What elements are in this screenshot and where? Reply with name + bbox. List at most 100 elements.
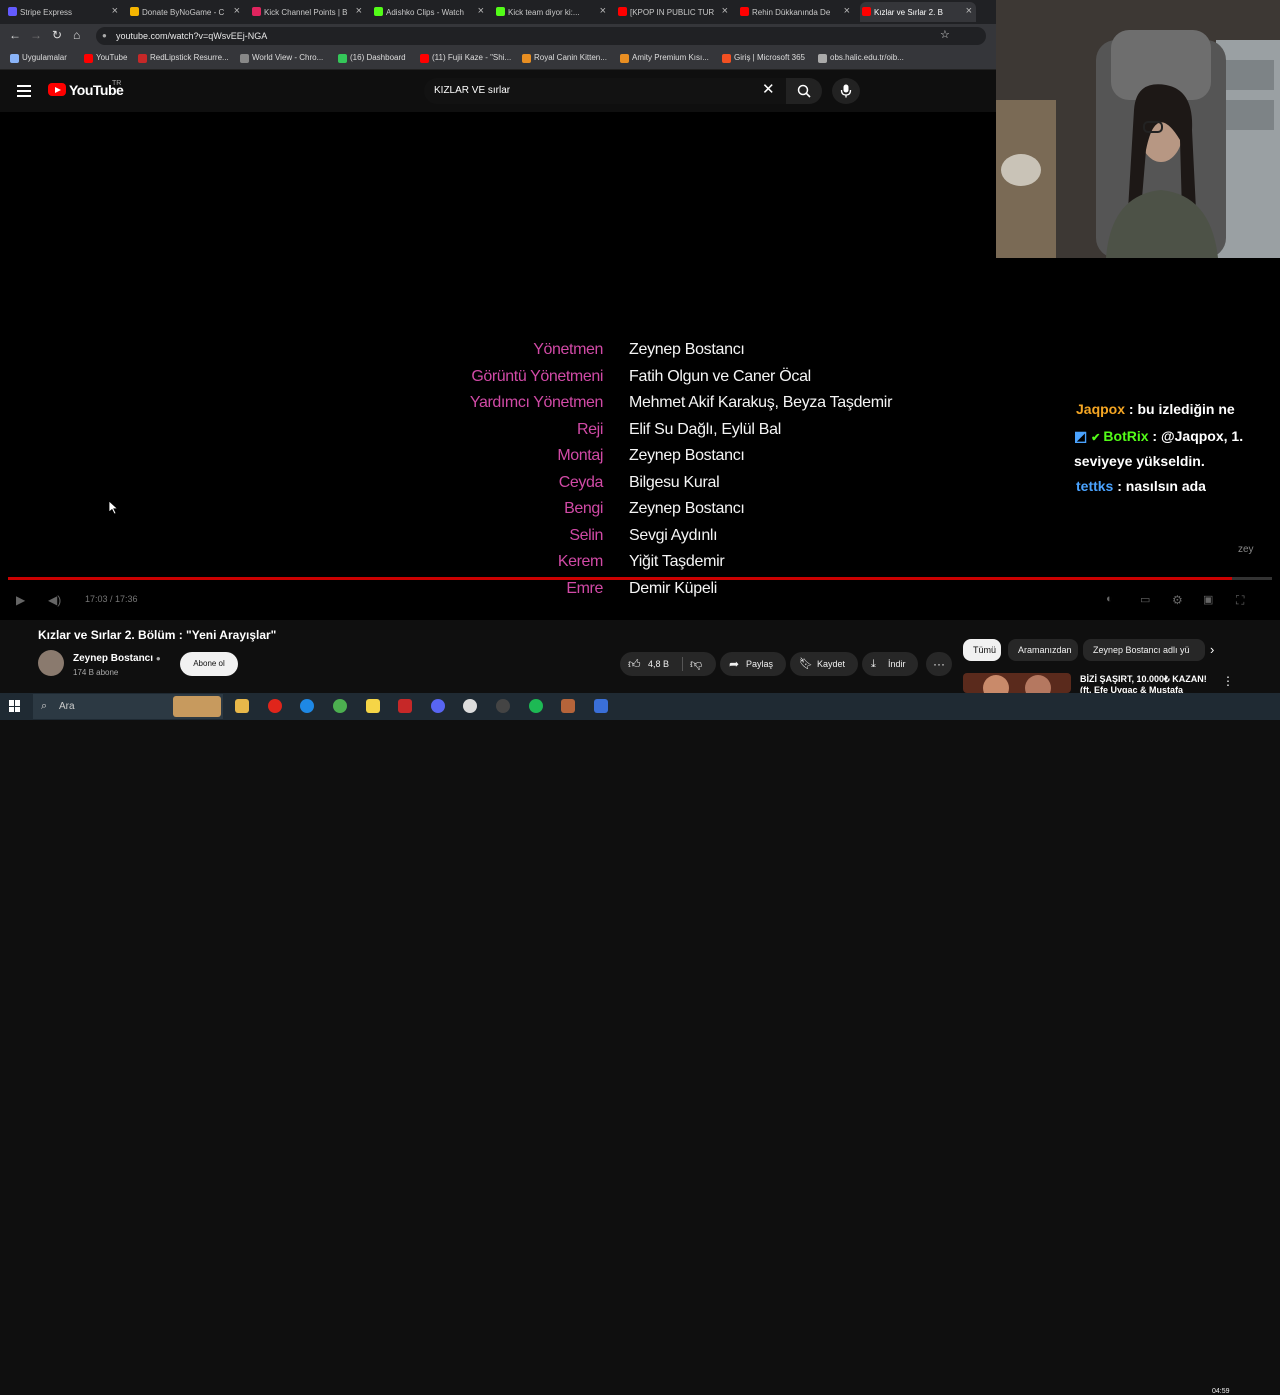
menu-icon[interactable] <box>17 85 31 97</box>
filter-chip[interactable]: Zeynep Bostancı adlı yü <box>1083 639 1205 661</box>
reload-icon[interactable]: ↻ <box>52 28 62 42</box>
search-input[interactable]: KIZLAR VE sırlar <box>424 78 786 104</box>
app-icon[interactable] <box>594 699 608 713</box>
browser-tab[interactable]: Rehin Dükkanında De × <box>738 2 854 22</box>
clock: 04:59 <box>1212 1388 1230 1395</box>
subscribe-button[interactable]: Abone ol <box>180 652 238 676</box>
forward-icon[interactable]: → <box>30 28 42 42</box>
browser-tab[interactable]: Kick Channel Points | B × <box>250 2 366 22</box>
close-tab-icon[interactable]: × <box>234 5 240 17</box>
filter-chip[interactable]: Tümü <box>963 639 1001 661</box>
spotify-icon[interactable] <box>529 699 543 713</box>
file-explorer-icon[interactable] <box>235 699 249 713</box>
edge-icon[interactable] <box>300 699 314 713</box>
like-dislike-group: 👍︎ 4,8 B 👎︎ <box>620 652 716 676</box>
bookmark-item[interactable]: YouTube <box>84 53 127 63</box>
bookmark-item[interactable]: obs.halic.edu.tr/oib... <box>818 53 904 63</box>
bookmark-item[interactable]: (16) Dashboard <box>338 53 406 63</box>
autoplay-toggle[interactable]: ◐ <box>1106 593 1113 605</box>
close-tab-icon[interactable]: × <box>112 5 118 17</box>
share-button[interactable]: ➦ Paylaş <box>720 652 786 676</box>
browser-tab[interactable]: Adishko Clips - Watch × <box>372 2 488 22</box>
progress-fill <box>8 577 1232 580</box>
settings-icon[interactable]: ⚙ <box>1172 593 1183 607</box>
browser-tab[interactable]: Kick team diyor ki:... × <box>494 2 610 22</box>
bookmark-item[interactable]: Giriş | Microsoft 365 <box>722 53 805 63</box>
filter-chip[interactable]: Aramanızdan <box>1008 639 1078 661</box>
browser-tab[interactable]: Donate ByNoGame - C × <box>128 2 244 22</box>
thumbs-down-icon[interactable]: 👎︎ <box>690 652 702 676</box>
chrome-icon[interactable] <box>333 699 347 713</box>
credit-name: Yiğit Taşdemir <box>629 553 725 570</box>
save-button[interactable]: 🔖︎ Kaydet <box>790 652 858 676</box>
credit-name: Elif Su Dağlı, Eylül Bal <box>629 420 781 438</box>
share-icon: ➦ <box>729 657 740 671</box>
bookmark-item[interactable]: World View - Chro... <box>240 53 323 63</box>
credit-name: Demir Küpeli <box>629 579 717 597</box>
browser-tab[interactable]: Kızlar ve Sırlar 2. B × <box>860 2 976 22</box>
credit-name: Zeynep Bostancı <box>629 447 745 464</box>
chat-message: Jaqpox : bu izlediğin ne <box>1076 398 1276 421</box>
app-icon[interactable] <box>398 699 412 713</box>
credit-role: Bengi <box>564 500 603 517</box>
progress-bar[interactable] <box>8 577 1272 580</box>
archive-icon[interactable] <box>561 699 575 713</box>
like-count[interactable]: 4,8 B <box>648 652 669 676</box>
credit-name: Zeynep Bostancı <box>629 341 745 358</box>
volume-icon[interactable]: ◀) <box>48 593 61 607</box>
clear-search-icon[interactable]: ✕ <box>762 82 775 98</box>
bookmark-star-icon[interactable]: ☆ <box>940 28 950 41</box>
credit-role: Emre <box>566 579 603 597</box>
browser-tab[interactable]: [KPOP IN PUBLIC TUR × <box>616 2 732 22</box>
obs-icon[interactable] <box>463 699 477 713</box>
channel-avatar[interactable] <box>38 650 64 676</box>
browser-tab-bar: Stripe Express × Donate ByNoGame - C × Kick … <box>0 0 1000 24</box>
recommended-video-thumbnail[interactable] <box>963 673 1071 693</box>
credit-role: Kerem <box>557 553 604 570</box>
site-info-icon[interactable]: ● <box>102 27 107 45</box>
close-tab-icon[interactable]: × <box>600 5 606 17</box>
windows-start-icon[interactable] <box>9 700 21 712</box>
close-tab-icon[interactable]: × <box>722 5 728 17</box>
search-button[interactable] <box>786 78 822 104</box>
close-tab-icon[interactable]: × <box>844 5 850 17</box>
opera-icon[interactable] <box>268 699 282 713</box>
tab-favicon-icon <box>618 7 627 16</box>
notes-icon[interactable] <box>366 699 380 713</box>
credit-role: Yönetmen <box>533 341 603 358</box>
tab-label: Kick Channel Points | B <box>264 7 348 17</box>
subtitles-icon[interactable]: ▭ <box>1140 593 1150 606</box>
home-icon[interactable]: ⌂ <box>73 28 80 42</box>
bookmark-item[interactable]: Amity Premium Kısı... <box>620 53 709 63</box>
tab-label: Kick team diyor ki:... <box>508 7 580 17</box>
close-tab-icon[interactable]: × <box>356 5 362 17</box>
voice-search-button[interactable] <box>832 78 860 104</box>
steam-icon[interactable] <box>496 699 510 713</box>
verified-icon: ● <box>155 654 161 663</box>
bookmark-item[interactable]: (11) Fujii Kaze - "Shi... <box>420 53 511 63</box>
play-icon[interactable]: ▶ <box>16 593 25 607</box>
back-icon[interactable]: ← <box>9 28 21 42</box>
more-actions-button[interactable]: ··· <box>926 652 952 676</box>
taskbar-search-input[interactable]: ⌕ Ara <box>33 694 223 719</box>
discord-icon[interactable] <box>431 699 445 713</box>
url-input[interactable]: ● youtube.com/watch?v=qWsvEEj-NGA <box>96 27 986 45</box>
fullscreen-icon[interactable]: ⛶ <box>1236 593 1244 608</box>
bookmark-item[interactable]: Uygulamalar <box>10 53 67 63</box>
download-icon: ⤓ <box>871 658 876 670</box>
kebab-menu-icon[interactable]: ⋮ <box>1222 674 1234 688</box>
miniplayer-icon[interactable]: ▣ <box>1203 593 1213 606</box>
bookmark-item[interactable]: RedLipstick Resurre... <box>138 53 229 63</box>
tab-label: [KPOP IN PUBLIC TUR <box>630 7 715 17</box>
channel-name[interactable]: Zeynep Bostancı ● <box>73 653 161 664</box>
thumbs-up-icon[interactable]: 👍︎ <box>628 652 641 676</box>
close-tab-icon[interactable]: × <box>478 5 484 17</box>
close-tab-icon[interactable]: × <box>966 5 972 17</box>
bookmark-item[interactable]: Royal Canin Kitten... <box>522 53 607 63</box>
download-button[interactable]: ⤓ İndir <box>862 652 918 676</box>
credit-name: Sevgi Aydınlı <box>629 526 718 544</box>
youtube-logo-icon[interactable] <box>48 83 66 96</box>
chevron-right-icon[interactable]: › <box>1210 642 1214 657</box>
browser-address-bar: ← → ↻ ⌂ ● youtube.com/watch?v=qWsvEEj-NG… <box>0 24 1000 48</box>
browser-tab[interactable]: Stripe Express × <box>6 2 122 22</box>
